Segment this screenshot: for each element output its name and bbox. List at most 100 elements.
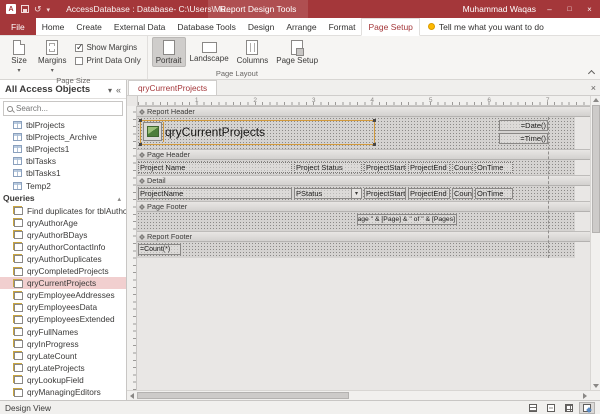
nav-item-query[interactable]: qryAuthorBDays xyxy=(0,229,126,241)
nav-item-query[interactable]: qryFullNames xyxy=(0,326,126,338)
nav-item-table[interactable]: tblTasks xyxy=(0,155,126,167)
section-bar-page-footer[interactable]: Page Footer xyxy=(137,201,590,212)
nav-item-query[interactable]: qryLookupField xyxy=(0,374,126,386)
close-document-icon[interactable] xyxy=(591,80,596,96)
selection-handle[interactable] xyxy=(139,119,142,122)
time-expression-textbox[interactable]: =Time() xyxy=(499,133,548,144)
horizontal-scrollbar[interactable] xyxy=(127,390,590,400)
show-margins-checkbox[interactable]: Show Margins xyxy=(75,43,140,52)
label-project-status[interactable]: Project Status xyxy=(294,162,362,173)
page-header-section[interactable]: Project Name Project Status ProjectStart… xyxy=(137,160,575,175)
date-expression-textbox[interactable]: =Date() xyxy=(499,120,548,131)
vertical-scroll-thumb[interactable] xyxy=(592,105,600,233)
textbox-count[interactable]: Count xyxy=(452,188,473,199)
nav-item-query[interactable]: qryInProgress xyxy=(0,338,126,350)
report-view-button[interactable] xyxy=(525,402,541,414)
maximize-button[interactable] xyxy=(563,2,576,16)
scroll-up-icon[interactable] xyxy=(593,98,599,102)
margins-button[interactable]: Margins xyxy=(34,37,70,76)
size-button[interactable]: Size xyxy=(4,37,34,76)
nav-item-table[interactable]: tblProjects_Archive xyxy=(0,131,126,143)
file-tab[interactable]: File xyxy=(0,18,36,35)
selection-handle[interactable] xyxy=(139,143,142,146)
nav-item-query[interactable]: qryEmployeeAddresses xyxy=(0,289,126,301)
report-design-surface[interactable]: Report Header xyxy=(137,106,590,390)
collapse-ribbon-icon[interactable] xyxy=(587,68,595,76)
section-bar-page-header[interactable]: Page Header xyxy=(137,149,590,160)
account-user-name[interactable]: Muhammad Waqas xyxy=(463,4,536,14)
textbox-projectstart[interactable]: ProjectStart xyxy=(364,188,406,199)
nav-item-table[interactable]: tblProjects xyxy=(0,119,126,131)
landscape-button[interactable]: Landscape xyxy=(186,37,233,65)
access-app-icon[interactable]: A xyxy=(6,4,16,14)
ribbon-tab[interactable]: Home xyxy=(36,18,71,35)
textbox-projectname[interactable]: ProjectName xyxy=(138,188,292,199)
vertical-scrollbar[interactable] xyxy=(590,96,600,390)
nav-group-queries[interactable]: Queries xyxy=(0,192,126,205)
scroll-down-icon[interactable] xyxy=(593,384,599,388)
selection-handle[interactable] xyxy=(373,143,376,146)
print-preview-button[interactable] xyxy=(543,402,559,414)
nav-item-query[interactable]: qryEmployeesExtended xyxy=(0,313,126,325)
save-icon[interactable] xyxy=(21,5,29,13)
ribbon-tab[interactable]: External Data xyxy=(108,18,172,35)
nav-item-query[interactable]: qryCompletedProjects xyxy=(0,265,126,277)
ribbon-tab[interactable]: Design xyxy=(242,18,280,35)
scroll-right-icon[interactable] xyxy=(583,393,587,399)
label-count[interactable]: Count xyxy=(452,162,473,173)
tell-me-box[interactable]: Tell me what you want to do xyxy=(428,18,544,35)
horizontal-scroll-thumb[interactable] xyxy=(137,392,349,399)
nav-item-query[interactable]: qryEmployeesData xyxy=(0,301,126,313)
nav-item-query[interactable]: qryAuthorAge xyxy=(0,217,126,229)
page-footer-section[interactable]: ="Page " & [Page] & " of " & [Pages] xyxy=(137,212,575,231)
vertical-ruler[interactable] xyxy=(127,106,137,390)
scroll-left-icon[interactable] xyxy=(130,393,134,399)
detail-section[interactable]: ProjectName PStatus ProjectStart Project… xyxy=(137,186,575,201)
label-project-name[interactable]: Project Name xyxy=(138,162,292,173)
portrait-button[interactable]: Portrait xyxy=(152,37,186,67)
page-setup-button[interactable]: Page Setup xyxy=(272,37,322,67)
close-window-button[interactable] xyxy=(583,2,596,16)
nav-item-query[interactable]: Find duplicates for tblAuthors xyxy=(0,205,126,217)
nav-item-table[interactable]: Temp2 xyxy=(0,179,126,191)
combobox-pstatus[interactable]: PStatus xyxy=(294,188,362,199)
page-number-expression-textbox[interactable]: ="Page " & [Page] & " of " & [Pages] xyxy=(357,214,457,225)
nav-item-table[interactable]: tblProjects1 xyxy=(0,143,126,155)
design-view-button[interactable] xyxy=(579,402,595,414)
ribbon-tab[interactable]: Page Setup xyxy=(361,18,419,36)
nav-item-query[interactable]: qryCurrentProjects xyxy=(0,277,126,289)
undo-icon[interactable] xyxy=(34,4,42,14)
nav-item-query[interactable]: qryLateCount xyxy=(0,350,126,362)
textbox-projectend[interactable]: ProjectEnd xyxy=(408,188,450,199)
horizontal-ruler[interactable]: 1234567 xyxy=(137,96,590,106)
ribbon-tab[interactable]: Create xyxy=(70,18,108,35)
columns-button[interactable]: Columns xyxy=(233,37,273,67)
nav-item-query[interactable]: qryAuthorContactInfo xyxy=(0,241,126,253)
ribbon-tab[interactable]: Database Tools xyxy=(171,18,241,35)
report-footer-section[interactable]: =Count(*) xyxy=(137,242,575,258)
report-logo-image-control[interactable] xyxy=(143,122,162,141)
section-bar-report-footer[interactable]: Report Footer xyxy=(137,231,590,242)
nav-item-query[interactable]: qryLateProjects xyxy=(0,362,126,374)
ribbon-tab[interactable]: Format xyxy=(323,18,362,35)
report-title-label[interactable]: qryCurrentProjects xyxy=(163,122,374,142)
count-expression-textbox[interactable]: =Count(*) xyxy=(138,244,181,255)
nav-item-query[interactable]: qryManagingEditors xyxy=(0,386,126,398)
textbox-ontime[interactable]: OnTime xyxy=(475,188,513,199)
document-tab-qrycurrentprojects[interactable]: qryCurrentProjects xyxy=(128,80,217,95)
section-bar-report-header[interactable]: Report Header xyxy=(137,106,590,117)
group-collapse-icon[interactable] xyxy=(117,193,121,203)
nav-item-table[interactable]: tblTasks1 xyxy=(0,167,126,179)
report-header-section[interactable]: qryCurrentProjects =Date() =Time() xyxy=(137,117,575,149)
layout-view-button[interactable] xyxy=(561,402,577,414)
section-bar-detail[interactable]: Detail xyxy=(137,175,590,186)
label-ontime[interactable]: OnTime xyxy=(475,162,513,173)
label-projectstart[interactable]: ProjectStart xyxy=(364,162,406,173)
nav-item-query[interactable]: qryAuthorDuplicates xyxy=(0,253,126,265)
search-input[interactable] xyxy=(16,104,119,113)
ribbon-tab[interactable]: Arrange xyxy=(280,18,322,35)
label-projectend[interactable]: ProjectEnd xyxy=(408,162,450,173)
minimize-button[interactable] xyxy=(543,2,556,16)
customize-qat-icon[interactable] xyxy=(47,4,51,14)
print-data-only-checkbox[interactable]: Print Data Only xyxy=(75,56,140,65)
